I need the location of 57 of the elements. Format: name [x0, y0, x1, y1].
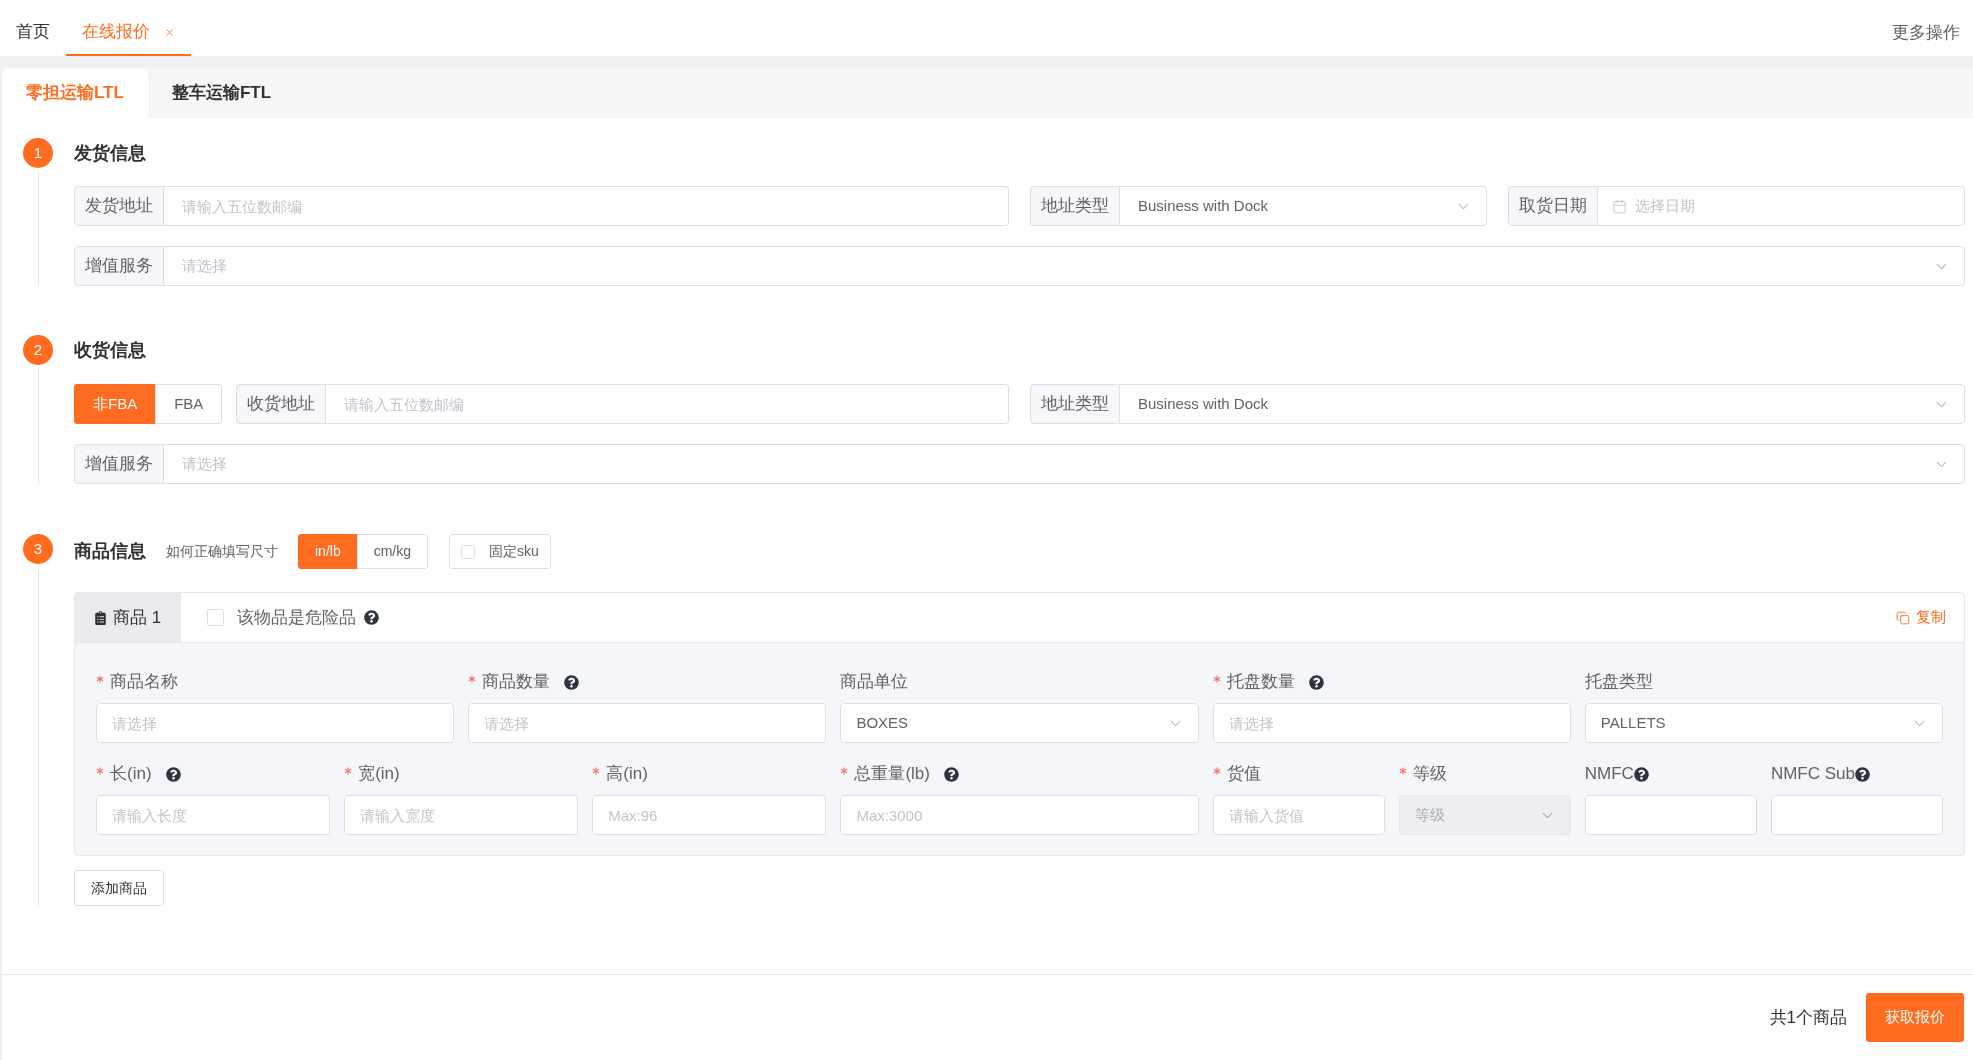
- zip-code-input[interactable]: 请输入五位数邮编: [326, 384, 1009, 424]
- address-type-select[interactable]: Business with Dock: [1120, 384, 1965, 424]
- toggle-option[interactable]: cm/kg: [356, 534, 429, 569]
- field-label: NMFC: [1584, 763, 1634, 786]
- field-label: 地址类型: [1030, 186, 1120, 226]
- text-input[interactable]: 请选择: [96, 703, 455, 743]
- add-product-button[interactable]: 添加商品: [74, 870, 164, 906]
- step-number: 2: [23, 335, 53, 365]
- size-guide-text: 如何正确填写尺寸: [166, 542, 278, 561]
- text-input[interactable]: 请输入货值: [1212, 795, 1385, 835]
- page-tab[interactable]: 首页: [0, 0, 66, 56]
- field-label: 地址类型: [1030, 384, 1120, 424]
- copy-icon: [1896, 610, 1910, 625]
- field-label: 发货地址: [74, 186, 164, 226]
- checkbox-label: 该物品是危险品: [237, 606, 357, 629]
- section-title: 商品信息: [74, 540, 146, 563]
- field-label: 收货地址: [236, 384, 327, 424]
- field-label: 等级: [1412, 763, 1447, 786]
- field-label: NMFC Sub: [1770, 763, 1855, 786]
- checkbox[interactable]: [207, 609, 225, 626]
- field-label: 总重量(lb): [854, 763, 930, 786]
- field-label: 取货日期: [1508, 186, 1598, 226]
- field-label: 托盘类型: [1584, 671, 1653, 694]
- zip-code-input[interactable]: 请输入五位数邮编: [164, 186, 1009, 226]
- field-label: 高(in): [606, 763, 648, 786]
- field-label: 商品数量: [482, 671, 551, 694]
- step-number: 3: [23, 534, 53, 564]
- field-label: 货值: [1226, 763, 1261, 786]
- address-type-select[interactable]: Business with Dock: [1120, 186, 1487, 226]
- select-dropdown[interactable]: PALLETS: [1584, 703, 1943, 743]
- field-label: 增值服务: [74, 246, 164, 286]
- section-title: 收货信息: [74, 338, 146, 362]
- select-dropdown[interactable]: BOXES: [840, 703, 1199, 743]
- product-tab[interactable]: 商品 1: [75, 593, 182, 642]
- field-label: 宽(in): [358, 763, 400, 786]
- field-label: 托盘数量: [1226, 671, 1295, 694]
- field-label: 商品名称: [110, 671, 178, 694]
- text-input[interactable]: 请选择: [1212, 703, 1571, 743]
- text-input[interactable]: [1584, 795, 1757, 835]
- checkbox[interactable]: [461, 544, 476, 559]
- step-number: 1: [23, 138, 53, 168]
- field-label: 增值服务: [74, 444, 164, 484]
- product-count: 共1个商品: [1769, 1006, 1847, 1029]
- fixed-sku-toggle[interactable]: 固定sku: [449, 534, 551, 569]
- text-input[interactable]: [1770, 795, 1943, 835]
- text-input[interactable]: Max:3000: [840, 795, 1199, 835]
- toggle-option[interactable]: FBA: [155, 384, 223, 424]
- text-input[interactable]: Max:96: [592, 795, 827, 835]
- text-input[interactable]: 请输入长度: [96, 795, 331, 835]
- field-label: 商品单位: [840, 671, 909, 694]
- field-label: 长(in): [110, 763, 152, 786]
- more-actions-button[interactable]: 更多操作: [1892, 0, 1960, 56]
- clipboard-icon: [95, 610, 106, 625]
- section-title: 发货信息: [74, 141, 146, 165]
- text-input[interactable]: 请选择: [468, 703, 827, 743]
- calendar-icon: [1612, 198, 1627, 214]
- text-input[interactable]: 请输入宽度: [344, 795, 579, 835]
